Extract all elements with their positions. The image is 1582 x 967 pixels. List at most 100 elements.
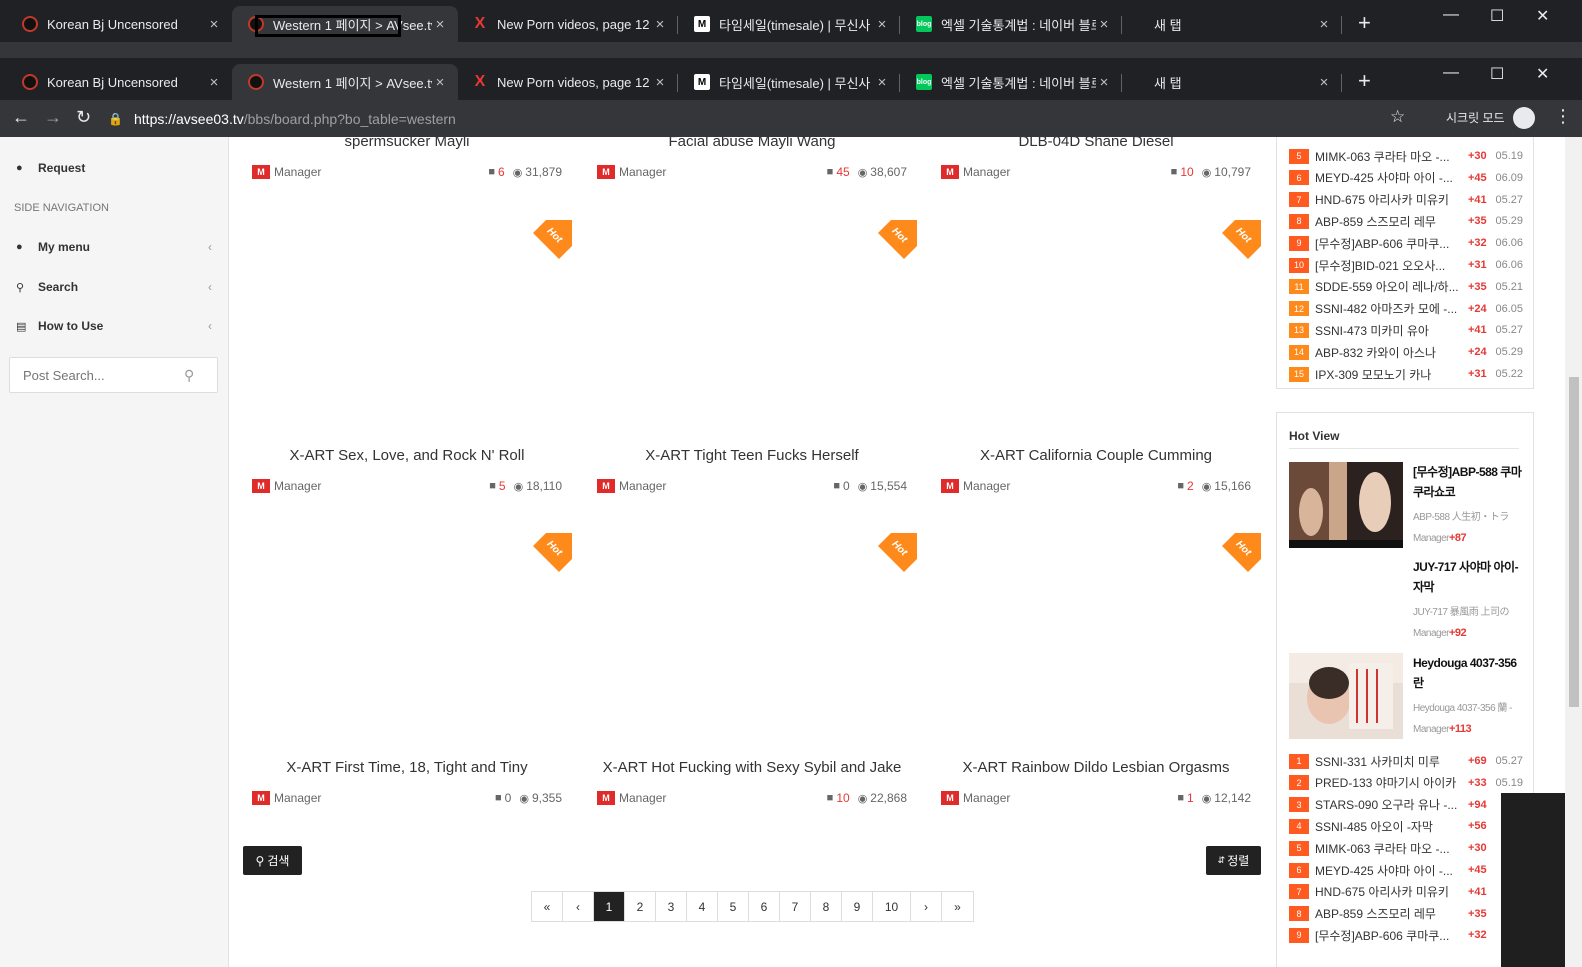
rank-item[interactable]: 14 ABP-832 카와이 아스나 +24 05.29 xyxy=(1289,343,1523,361)
page-link[interactable]: › xyxy=(911,892,942,921)
page-link[interactable]: 6 xyxy=(749,892,780,921)
menu-dots-icon[interactable]: ⋮ xyxy=(1554,106,1572,127)
tab-5[interactable]: blog 엑셀 기술통계법 : 네이버 블로 × xyxy=(900,6,1122,42)
author-name[interactable]: Manager xyxy=(619,479,666,493)
maximize-icon[interactable]: ☐ xyxy=(1490,6,1504,26)
close-tab-icon[interactable]: × xyxy=(652,16,668,33)
page-link[interactable]: 7 xyxy=(780,892,811,921)
scrollbar-thumb[interactable] xyxy=(1569,377,1579,707)
rank-item[interactable]: 12 SSNI-482 아마즈카 모에 -... +24 06.05 xyxy=(1289,300,1523,318)
tab-3[interactable]: X New Porn videos, page 12 - X× xyxy=(456,6,678,42)
tab-6[interactable]: 새 탭 × xyxy=(1122,6,1342,42)
author-name[interactable]: Manager xyxy=(963,165,1010,179)
new-tab-icon[interactable]: + xyxy=(1358,68,1371,94)
star-icon[interactable]: ☆ xyxy=(1390,107,1405,127)
incognito-icon[interactable] xyxy=(1513,107,1535,129)
rank-item[interactable]: 4 SSNI-485 아오이 -자막 +56 xyxy=(1289,817,1523,835)
page-link[interactable]: 10 xyxy=(873,892,911,921)
tab-6[interactable]: 새 탭 × xyxy=(1122,64,1342,100)
hot-view-name[interactable]: Heydouga 4037-356 란 xyxy=(1413,653,1523,693)
tab-2[interactable]: Western 1 페이지 > AVsee.tv × xyxy=(232,64,458,100)
close-tab-icon[interactable]: × xyxy=(206,74,222,91)
search-button[interactable]: ⚲ 검색 xyxy=(243,846,302,875)
video-title[interactable]: Facial abuse Mayli Wang xyxy=(587,137,917,150)
maximize-icon[interactable]: ☐ xyxy=(1490,64,1504,84)
back-arrow-icon[interactable]: ← xyxy=(12,107,30,128)
video-title[interactable]: X-ART Hot Fucking with Sexy Sybil and Ja… xyxy=(587,759,917,776)
rank-item[interactable]: 5 MIMK-063 쿠라타 마오 -... +30 xyxy=(1289,839,1523,857)
hot-view-name[interactable]: [무수정]ABP-588 쿠마쿠라쇼코 xyxy=(1413,462,1523,502)
page-link[interactable]: « xyxy=(532,892,563,921)
minimize-icon[interactable]: — xyxy=(1443,64,1459,82)
rank-item[interactable]: 6 MEYD-425 사야마 아이 -... +45 xyxy=(1289,861,1523,879)
rank-item[interactable]: 13 SSNI-473 미카미 유아 +41 05.27 xyxy=(1289,321,1523,339)
tab-4[interactable]: M 타임세일(timesale) | 무신사 스 × xyxy=(678,64,900,100)
author-name[interactable]: Manager xyxy=(963,791,1010,805)
sort-button[interactable]: ⇵ 정렬 xyxy=(1206,846,1261,875)
hot-view-name[interactable]: JUY-717 사야마 아이-자막 xyxy=(1413,557,1523,597)
close-tab-icon[interactable]: × xyxy=(1096,16,1112,33)
rank-item[interactable]: 9 [무수정]ABP-606 쿠마쿠... +32 xyxy=(1289,926,1523,944)
page-link[interactable]: 4 xyxy=(687,892,718,921)
hot-view-item[interactable]: [무수정]ABP-588 쿠마쿠라쇼코 ABP-588 人生初・トラ Manager… xyxy=(1289,462,1523,552)
sidebar-item-how-to-use[interactable]: ▤ How to Use ‹ xyxy=(16,319,212,333)
close-tab-icon[interactable]: × xyxy=(874,74,890,91)
tab-3[interactable]: X New Porn videos, page 12 - X× xyxy=(456,64,678,100)
rank-item[interactable]: 2 PRED-133 야마기시 아이카 +33 05.19 xyxy=(1289,774,1523,792)
video-title[interactable]: spermsucker Mayli xyxy=(242,137,572,150)
close-window-icon[interactable]: ✕ xyxy=(1536,6,1549,26)
page-link[interactable]: 2 xyxy=(625,892,656,921)
author-name[interactable]: Manager xyxy=(619,791,666,805)
author-name[interactable]: Manager xyxy=(619,165,666,179)
close-tab-icon[interactable]: × xyxy=(206,16,222,33)
rank-item[interactable]: 5 MIMK-063 쿠라타 마오 -... +30 05.19 xyxy=(1289,147,1523,165)
video-title[interactable]: X-ART Rainbow Dildo Lesbian Orgasms xyxy=(931,759,1261,776)
page-link[interactable]: 3 xyxy=(656,892,687,921)
rank-item[interactable]: 7 HND-675 아리사카 미유키 +41 05.27 xyxy=(1289,191,1523,209)
close-tab-icon[interactable]: × xyxy=(652,74,668,91)
close-tab-icon[interactable]: × xyxy=(874,16,890,33)
video-card[interactable]: X-ART First Time, 18, Tight and Tiny M Man… xyxy=(242,526,572,963)
minimize-icon[interactable]: — xyxy=(1443,6,1459,24)
page-link[interactable]: ‹ xyxy=(563,892,594,921)
hot-view-thumbnail[interactable] xyxy=(1289,653,1403,739)
close-window-icon[interactable]: ✕ xyxy=(1536,64,1549,84)
close-tab-icon[interactable]: × xyxy=(432,16,448,33)
video-title[interactable]: X-ART First Time, 18, Tight and Tiny xyxy=(242,759,572,776)
tab-4[interactable]: M 타임세일(timesale) | 무신사 스 × xyxy=(678,6,900,42)
video-title[interactable]: X-ART California Couple Cumming xyxy=(931,447,1261,464)
hot-view-item[interactable]: JUY-717 사야마 아이-자막 JUY-717 暴風雨 上司の Manager+… xyxy=(1289,557,1521,647)
rank-item[interactable]: 8 ABP-859 스즈모리 레무 +35 05.29 xyxy=(1289,212,1523,230)
page-link[interactable]: 1 xyxy=(594,892,625,921)
author-name[interactable]: Manager xyxy=(963,479,1010,493)
author-name[interactable]: Manager xyxy=(274,165,321,179)
rank-item[interactable]: 8 ABP-859 스즈모리 레무 +35 xyxy=(1289,905,1523,923)
sidebar-item-request[interactable]: ● Request xyxy=(16,161,212,175)
rank-item[interactable]: 10 [무수정]BID-021 오오사... +31 06.06 xyxy=(1289,256,1523,274)
rank-item[interactable]: 7 HND-675 아리사카 미유키 +41 xyxy=(1289,883,1523,901)
rank-item[interactable]: 3 STARS-090 오구라 유나 -... +94 xyxy=(1289,796,1523,814)
new-tab-icon[interactable]: + xyxy=(1358,10,1371,36)
video-card[interactable]: X-ART Rainbow Dildo Lesbian Orgasms M Mana… xyxy=(931,526,1261,963)
page-link[interactable]: 5 xyxy=(718,892,749,921)
rank-item[interactable]: 6 MEYD-425 사야마 아이 -... +45 06.09 xyxy=(1289,169,1523,187)
close-tab-icon[interactable]: × xyxy=(1096,74,1112,91)
page-link[interactable]: » xyxy=(942,892,973,921)
post-search-input[interactable] xyxy=(10,367,180,383)
hot-view-thumbnail[interactable] xyxy=(1289,462,1403,548)
tab-1[interactable]: Korean Bj Uncensored × xyxy=(6,6,232,42)
rank-item[interactable]: 11 SDDE-559 아오이 레나/하... +35 05.21 xyxy=(1289,278,1523,296)
close-tab-icon[interactable]: × xyxy=(432,74,448,91)
tab-1[interactable]: Korean Bj Uncensored × xyxy=(6,64,232,100)
rank-item[interactable]: 9 [무수정]ABP-606 쿠마쿠... +32 06.06 xyxy=(1289,234,1523,252)
author-name[interactable]: Manager xyxy=(274,791,321,805)
address-bar[interactable]: 🔒 https://avsee03.tv/bbs/board.php?bo_ta… xyxy=(108,106,1418,132)
hot-view-item[interactable]: Heydouga 4037-356 란 Heydouga 4037-356 蘭 -… xyxy=(1289,653,1521,743)
video-title[interactable]: DLB-04D Shane Diesel xyxy=(931,137,1261,150)
video-title[interactable]: X-ART Sex, Love, and Rock N' Roll xyxy=(242,447,572,464)
forward-arrow-icon[interactable]: → xyxy=(44,107,62,128)
reload-icon[interactable]: ↻ xyxy=(76,107,91,128)
sidebar-item-search[interactable]: ⚲ Search ‹ xyxy=(16,280,212,294)
sidebar-item-my-menu[interactable]: ● My menu ‹ xyxy=(16,240,212,254)
page-link[interactable]: 8 xyxy=(811,892,842,921)
